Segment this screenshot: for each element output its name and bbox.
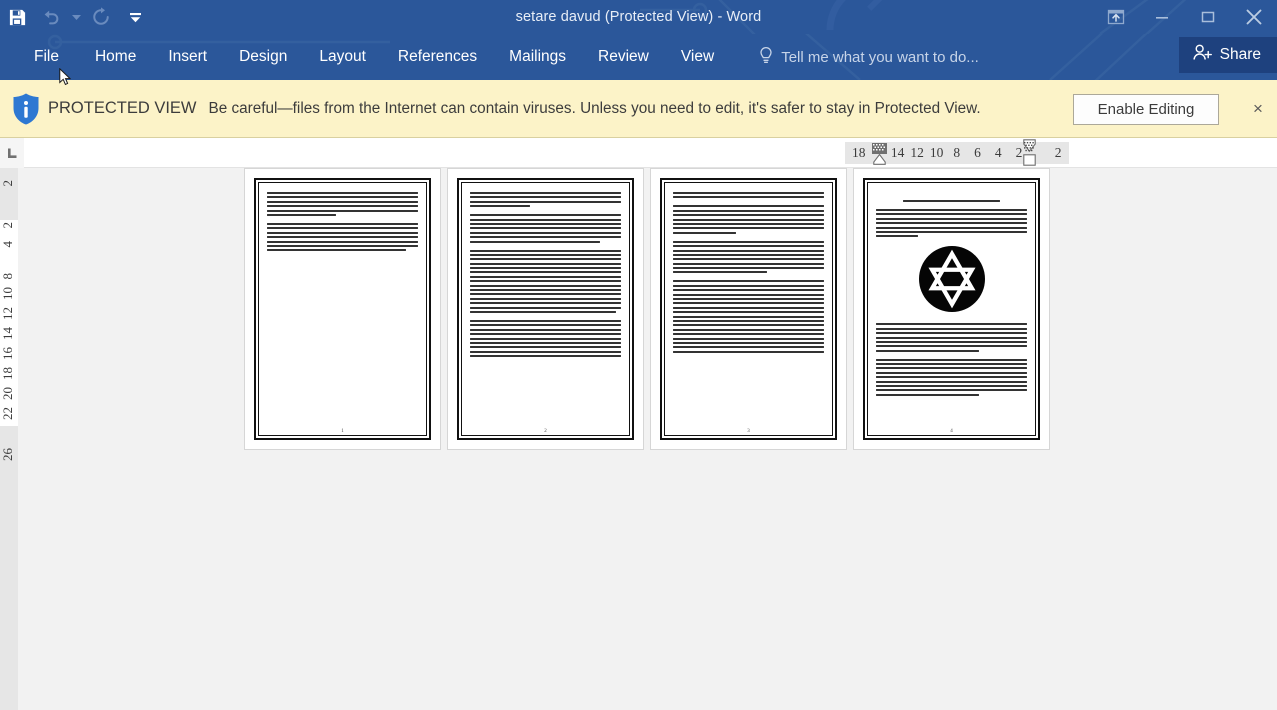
paragraph-block (673, 240, 824, 274)
hanging-indent-marker[interactable] (873, 152, 886, 170)
page-border-outer-4: 4 (863, 178, 1040, 440)
ribbon-tab-review[interactable]: Review (582, 34, 665, 80)
ruler-tick-2b: 2 (1054, 145, 1062, 160)
document-page-2[interactable]: 2 (447, 168, 644, 450)
maximize-icon[interactable] (1185, 0, 1231, 34)
ruler-tick-4: 4 (994, 145, 1002, 160)
vruler-tick-9: 20 (0, 387, 15, 400)
paragraph-block (267, 192, 418, 216)
paragraph-block (470, 214, 621, 243)
paragraph-block (673, 280, 824, 353)
quick-access-toolbar[interactable] (0, 0, 152, 34)
ruler-tick-8: 8 (953, 145, 961, 160)
protected-view-close-icon[interactable]: × (1253, 98, 1277, 120)
page-heading (876, 200, 1027, 202)
undo-dropdown-icon[interactable] (68, 2, 84, 32)
right-indent-marker-bottom[interactable] (1023, 153, 1036, 171)
share-label: Share (1219, 46, 1261, 63)
document-page-4[interactable]: 4 (853, 168, 1050, 450)
vruler-tick-11: 26 (0, 448, 15, 461)
ruler-tick-18: 18 (852, 145, 866, 160)
ribbon-display-options-icon[interactable] (1093, 0, 1139, 34)
page-content-4 (867, 182, 1036, 436)
page-content-1 (258, 182, 427, 436)
vruler-tick-6: 14 (0, 327, 15, 340)
paragraph-block (470, 319, 621, 358)
paragraph-block (470, 192, 621, 208)
customize-qat-icon[interactable] (118, 2, 152, 32)
share-button[interactable]: Share (1178, 37, 1277, 73)
page-number: 3 (747, 429, 750, 434)
window-title: setare davud (Protected View) - Word (515, 9, 762, 25)
star-of-david-emblem (876, 246, 1027, 313)
ruler-tick-6: 6 (974, 145, 981, 160)
window-controls[interactable] (1093, 0, 1277, 34)
ribbon-tab-bar: File Home Insert Design Layout Reference… (0, 34, 1277, 80)
page-number: 2 (544, 429, 547, 434)
ribbon-tab-home[interactable]: Home (79, 34, 152, 80)
document-workspace[interactable]: 2 2 4 8 10 12 14 16 18 20 22 26 1 2 3 4 (0, 168, 1277, 710)
paragraph-block (876, 358, 1027, 396)
vertical-ruler-margin-top (0, 168, 18, 220)
vruler-tick-5: 12 (0, 307, 15, 320)
page-border-outer-2: 2 (457, 178, 634, 440)
vertical-ruler-margin-bottom (0, 426, 18, 710)
vruler-tick-2: 4 (0, 241, 15, 248)
protected-view-bar: PROTECTED VIEW Be careful—files from the… (0, 80, 1277, 138)
protected-view-label: PROTECTED VIEW (48, 99, 197, 117)
ribbon-tab-design[interactable]: Design (223, 34, 303, 80)
document-page-3[interactable]: 3 (650, 168, 847, 450)
ribbon-tab-references[interactable]: References (382, 34, 493, 80)
vruler-tick-4: 10 (0, 287, 15, 300)
title-bar: setare davud (Protected View) - Word (0, 0, 1277, 34)
minimize-icon[interactable] (1139, 0, 1185, 34)
paragraph-block (470, 249, 621, 313)
vertical-ruler[interactable]: 2 2 4 8 10 12 14 16 18 20 22 26 (0, 168, 18, 710)
shield-info-icon (8, 92, 44, 126)
page-thumbnails[interactable]: 1 2 3 4 (244, 168, 1050, 450)
ribbon-tab-file[interactable]: File (18, 34, 79, 80)
vruler-tick-10: 22 (0, 407, 15, 420)
enable-editing-button[interactable]: Enable Editing (1073, 94, 1219, 125)
page-content-2 (461, 182, 630, 436)
paragraph-block (876, 323, 1027, 352)
person-add-icon (1192, 43, 1213, 67)
page-border-outer-3: 3 (660, 178, 837, 440)
horizontal-ruler[interactable]: 18 14 12 10 8 6 4 2 2 (0, 138, 1277, 168)
page-content-3 (664, 182, 833, 436)
vruler-tick-0: 2 (0, 180, 15, 187)
vruler-tick-1: 2 (0, 222, 15, 229)
undo-icon[interactable] (34, 2, 68, 32)
page-number: 4 (950, 429, 953, 434)
vruler-tick-7: 16 (0, 347, 15, 360)
ribbon-tab-insert[interactable]: Insert (152, 34, 223, 80)
title-bar-decoration (640, 0, 1187, 34)
document-page-1[interactable]: 1 (244, 168, 441, 450)
page-border-outer-1: 1 (254, 178, 431, 440)
ribbon-tab-layout[interactable]: Layout (303, 34, 382, 80)
lightbulb-icon (758, 46, 774, 68)
paragraph-block (876, 209, 1027, 238)
redo-icon[interactable] (84, 2, 118, 32)
ruler-tick-14: 14 (890, 145, 905, 160)
tab-stop-selector[interactable] (0, 138, 24, 168)
protected-view-message: Be careful—files from the Internet can c… (208, 99, 981, 117)
tell-me-search[interactable]: Tell me what you want to do... (758, 46, 979, 68)
paragraph-block (267, 222, 418, 252)
ribbon-tab-mailings[interactable]: Mailings (493, 34, 582, 80)
ribbon-tab-view[interactable]: View (665, 34, 730, 80)
close-icon[interactable] (1231, 0, 1277, 34)
ruler-tick-10: 10 (929, 145, 944, 160)
page-number: 1 (341, 429, 344, 434)
ruler-tick-12: 12 (910, 145, 924, 160)
tell-me-placeholder: Tell me what you want to do... (781, 48, 979, 66)
vruler-tick-3: 8 (0, 273, 15, 280)
paragraph-block (673, 192, 824, 199)
save-icon[interactable] (0, 2, 34, 32)
vruler-tick-8: 18 (0, 367, 15, 380)
paragraph-block (673, 205, 824, 234)
ribbon-tabs[interactable]: File Home Insert Design Layout Reference… (0, 34, 979, 80)
